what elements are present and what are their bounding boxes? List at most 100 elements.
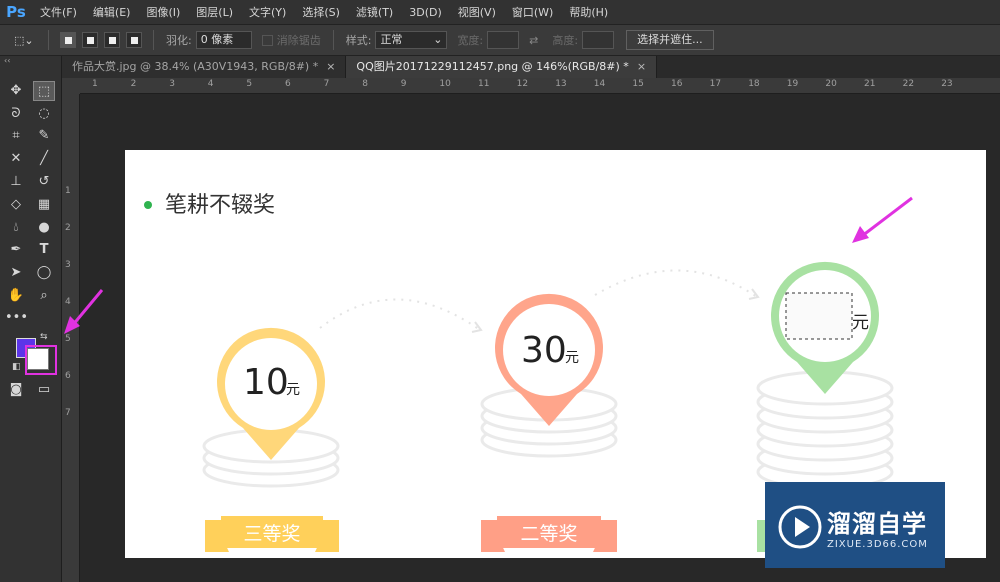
menu-image[interactable]: 图像(I) bbox=[138, 4, 188, 20]
menu-layer[interactable]: 图层(L) bbox=[188, 4, 241, 20]
ruler-tick-label: 1 bbox=[92, 79, 98, 89]
ruler-tick-label: 19 bbox=[786, 79, 799, 89]
screen-mode-icon[interactable]: ▭ bbox=[33, 380, 55, 400]
marquee-preset-icon[interactable]: ⬚⌄ bbox=[14, 34, 40, 47]
divider bbox=[48, 30, 49, 50]
move-tool-icon[interactable]: ✥ bbox=[5, 81, 27, 101]
menu-file[interactable]: 文件(F) bbox=[32, 4, 85, 20]
swap-colors-icon[interactable]: ⇆ bbox=[40, 332, 48, 342]
quick-mask-icon[interactable]: ◙ bbox=[5, 380, 27, 400]
healing-brush-tool-icon[interactable]: ✕ bbox=[5, 149, 27, 169]
clone-stamp-tool-icon[interactable]: ⊥ bbox=[5, 172, 27, 192]
ruler-tick-label: 8 bbox=[362, 79, 368, 89]
ruler-tick-label: 4 bbox=[65, 297, 71, 307]
ruler-tick-label: 21 bbox=[864, 79, 876, 89]
tab-label: 作品大赏.jpg @ 38.4% (A30V1943, RGB/8#) * bbox=[72, 60, 319, 73]
new-selection-icon[interactable] bbox=[60, 32, 76, 48]
ruler-tick-label: 6 bbox=[285, 79, 291, 89]
menu-3d[interactable]: 3D(D) bbox=[401, 6, 450, 19]
crop-tool-icon[interactable]: ⌗ bbox=[5, 126, 27, 146]
menu-filter[interactable]: 滤镜(T) bbox=[348, 4, 401, 20]
ruler-tick-label: 3 bbox=[169, 79, 175, 89]
menu-edit[interactable]: 编辑(E) bbox=[85, 4, 139, 20]
subtract-selection-icon[interactable] bbox=[104, 32, 120, 48]
ellipse-tool-icon[interactable]: ◯ bbox=[33, 263, 55, 283]
close-icon[interactable]: × bbox=[637, 60, 646, 73]
ruler-tick-label: 7 bbox=[323, 79, 330, 89]
brush-tool-icon[interactable]: ╱ bbox=[33, 149, 55, 169]
ruler-tick-label: 5 bbox=[65, 334, 71, 344]
horizontal-ruler[interactable]: 1 2 3 4 5 6 7 8 9 10 11 12 13 14 15 16 17 18 19 20 21 22 23 bbox=[80, 78, 1000, 94]
path-selection-tool-icon[interactable]: ➤ bbox=[5, 263, 27, 283]
ruler-tick-label: 10 bbox=[439, 79, 451, 89]
quick-selection-tool-icon[interactable]: ◌ bbox=[33, 104, 55, 124]
default-colors-icon[interactable]: ◧ bbox=[12, 362, 21, 372]
tab-document-1[interactable]: 作品大赏.jpg @ 38.4% (A30V1943, RGB/8#) * × bbox=[62, 56, 347, 78]
prize-amount: 30 bbox=[521, 330, 567, 371]
ruler-tick-label: 2 bbox=[130, 79, 137, 89]
ruler-tick-label: 18 bbox=[748, 79, 760, 89]
eyedropper-tool-icon[interactable]: ✎ bbox=[33, 126, 55, 146]
ruler-tick-label: 2 bbox=[65, 223, 71, 233]
style-select[interactable]: 正常 ⌄ bbox=[375, 31, 448, 49]
tab-document-2[interactable]: QQ图片20171229112457.png @ 146%(RGB/8#) * × bbox=[346, 56, 658, 78]
ruler-tick-label: 17 bbox=[709, 79, 722, 89]
ruler-tick-label: 16 bbox=[671, 79, 683, 89]
ruler-tick-label: 23 bbox=[941, 79, 953, 89]
rectangular-marquee-tool-icon[interactable]: ⬚ bbox=[33, 81, 55, 101]
marquee-selection[interactable] bbox=[785, 292, 853, 340]
width-label: 宽度: bbox=[457, 34, 484, 47]
ruler-tick-label: 5 bbox=[246, 79, 253, 89]
menu-help[interactable]: 帮助(H) bbox=[561, 4, 616, 20]
height-label: 高度: bbox=[552, 34, 579, 47]
menu-view[interactable]: 视图(V) bbox=[450, 4, 504, 20]
divider bbox=[332, 30, 334, 50]
ruler-tick-label: 20 bbox=[825, 79, 837, 89]
add-selection-icon[interactable] bbox=[82, 32, 98, 48]
style-label: 样式: bbox=[345, 34, 372, 47]
ruler-tick-label: 9 bbox=[400, 79, 407, 89]
pen-tool-icon[interactable]: ✒ bbox=[5, 240, 27, 260]
more-tools-icon[interactable]: ••• bbox=[5, 308, 28, 328]
lasso-tool-icon[interactable]: ᘐ bbox=[5, 104, 27, 124]
photoshop-logo: Ps bbox=[6, 3, 26, 21]
antialias-checkbox[interactable] bbox=[261, 34, 273, 46]
blur-tool-icon[interactable]: 💧︎ bbox=[5, 218, 27, 238]
dodge-tool-icon[interactable]: ● bbox=[33, 218, 55, 238]
chevron-down-icon: ⌄ bbox=[433, 33, 443, 46]
menu-bar: Ps 文件(F) 编辑(E) 图像(I) 图层(L) 文字(Y) 选择(S) 滤… bbox=[0, 0, 1000, 24]
vertical-ruler[interactable]: 1 2 3 4 5 6 7 bbox=[62, 94, 80, 582]
prize-amount: 10 bbox=[243, 362, 289, 403]
menu-type[interactable]: 文字(Y) bbox=[241, 4, 294, 20]
menu-select[interactable]: 选择(S) bbox=[294, 4, 348, 20]
intersect-selection-icon[interactable] bbox=[126, 32, 142, 48]
ribbon-label: 二等奖 bbox=[520, 523, 577, 545]
watermark-title: 溜溜自学 bbox=[827, 510, 927, 538]
feather-input[interactable]: 0 像素 bbox=[195, 31, 252, 49]
ruler-tick-label: 22 bbox=[902, 79, 915, 89]
history-brush-tool-icon[interactable]: ↺ bbox=[33, 172, 55, 192]
height-input[interactable] bbox=[582, 31, 615, 49]
hand-tool-icon[interactable]: ✋ bbox=[5, 286, 27, 306]
ruler-tick-label: 14 bbox=[593, 79, 606, 89]
zoom-tool-icon[interactable]: ⌕ bbox=[33, 286, 55, 306]
gradient-tool-icon[interactable]: ▦ bbox=[33, 195, 55, 215]
menu-window[interactable]: 窗口(W) bbox=[504, 4, 561, 20]
tab-label: QQ图片20171229112457.png @ 146%(RGB/8#) * bbox=[356, 60, 629, 73]
watermark-badge: 溜溜自学 ZIXUE.3D66.COM bbox=[765, 482, 945, 568]
ruler-tick-label: 7 bbox=[65, 408, 71, 418]
swatch-highlight-box bbox=[25, 345, 57, 375]
dotted-arrow bbox=[319, 298, 481, 331]
close-icon[interactable]: × bbox=[326, 60, 335, 73]
eraser-tool-icon[interactable]: ◇ bbox=[5, 195, 27, 215]
type-tool-icon[interactable]: T bbox=[33, 240, 55, 260]
width-input[interactable] bbox=[487, 31, 520, 49]
watermark-url: ZIXUE.3D66.COM bbox=[827, 539, 928, 550]
ruler-tick-label: 12 bbox=[516, 79, 529, 89]
select-and-mask-button[interactable]: 选择并遮住... bbox=[626, 30, 714, 50]
prize-unit: 元 bbox=[852, 313, 869, 333]
collapse-panel-icon[interactable]: ‹‹ bbox=[4, 56, 10, 65]
divider bbox=[153, 30, 154, 50]
swap-dimensions-icon[interactable]: ⇄ bbox=[529, 34, 538, 47]
ribbon-label: 三等奖 bbox=[243, 523, 300, 545]
